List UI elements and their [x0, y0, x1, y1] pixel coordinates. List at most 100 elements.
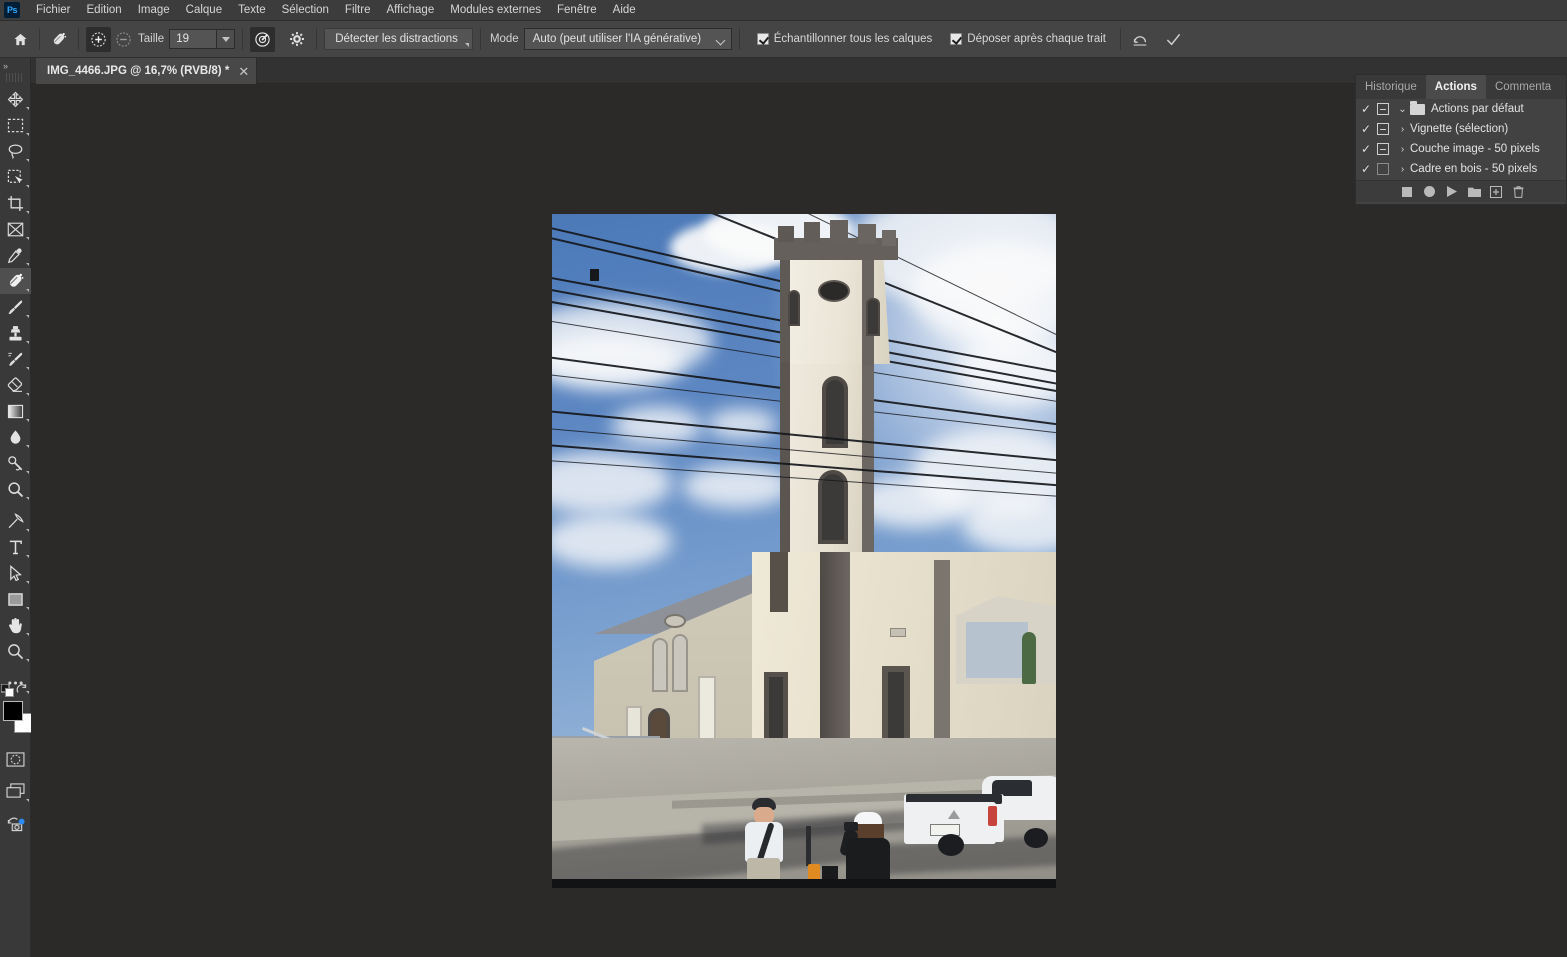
canvas-area[interactable]: [31, 84, 1567, 957]
tab-historique[interactable]: Historique: [1356, 75, 1426, 99]
tower-oculus-window: [818, 280, 850, 302]
magnifier-tool[interactable]: [0, 638, 31, 664]
church-window: [764, 672, 788, 744]
object-selection-tool[interactable]: [0, 164, 31, 190]
chevron-right-icon[interactable]: ›: [1395, 144, 1410, 155]
blur-tool[interactable]: [0, 424, 31, 450]
action-row[interactable]: ✓ › Cadre en bois - 50 pixels: [1356, 159, 1566, 179]
move-tool[interactable]: [0, 86, 31, 112]
clone-stamp-tool[interactable]: [0, 320, 31, 346]
document-tab-strip: IMG_4466.JPG @ 16,7% (RVB/8) * ✕: [31, 58, 1567, 84]
actions-panel: Historique Actions Commenta » ✓ ⌄ Action…: [1355, 74, 1567, 205]
mode-select[interactable]: Auto (peut utiliser l'IA générative): [523, 28, 732, 50]
menu-item-modules-externes[interactable]: Modules externes: [442, 1, 549, 19]
undo-icon[interactable]: [1128, 27, 1152, 51]
pen-tool[interactable]: [0, 508, 31, 534]
commit-checkmark-icon[interactable]: [1162, 27, 1186, 51]
tab-actions[interactable]: Actions: [1425, 75, 1486, 99]
foreground-color-swatch[interactable]: [3, 701, 23, 721]
document-image[interactable]: [552, 214, 1056, 888]
chevron-right-icon[interactable]: ›: [1395, 124, 1410, 135]
action-dialog-toggle-icon[interactable]: [1377, 103, 1389, 115]
action-dialog-toggle-icon[interactable]: [1377, 163, 1389, 175]
menu-item-fenetre[interactable]: Fenêtre: [549, 1, 605, 19]
action-enabled-checkmark-icon[interactable]: ✓: [1361, 162, 1377, 176]
menu-item-filtre[interactable]: Filtre: [337, 1, 379, 19]
default-colors-icon[interactable]: [0, 683, 14, 697]
sample-all-layers-checkbox[interactable]: Échantillonner tous les calques: [756, 33, 932, 45]
menu-item-aide[interactable]: Aide: [605, 1, 644, 19]
eraser-tool[interactable]: [0, 372, 31, 398]
brush-size-increase-icon[interactable]: [86, 26, 111, 52]
action-enabled-checkmark-icon[interactable]: ✓: [1361, 102, 1377, 116]
chevron-right-icon[interactable]: ›: [1395, 164, 1410, 175]
pedestrian-left: [736, 798, 796, 888]
dodge-tool[interactable]: [0, 450, 31, 476]
path-selection-tool[interactable]: [0, 560, 31, 586]
rectangle-tool[interactable]: [0, 586, 31, 612]
detect-distractions-button[interactable]: Détecter les distractions: [324, 28, 473, 50]
gear-icon[interactable]: [285, 27, 309, 51]
lasso-tool[interactable]: [0, 138, 31, 164]
drop-after-stroke-checkbox[interactable]: Déposer après chaque trait: [950, 33, 1106, 45]
create-new-set-button[interactable]: [1466, 184, 1482, 200]
delete-button[interactable]: [1511, 184, 1527, 200]
frame-tool[interactable]: [0, 216, 31, 242]
neighbor-building-shrub: [1022, 632, 1036, 684]
quick-mask-icon[interactable]: [0, 746, 31, 772]
close-icon[interactable]: ✕: [238, 65, 249, 78]
document-tab[interactable]: IMG_4466.JPG @ 16,7% (RVB/8) * ✕: [36, 58, 258, 84]
begin-recording-button[interactable]: [1421, 184, 1437, 200]
toolbar-collapse-icon[interactable]: »: [0, 58, 30, 73]
history-brush-tool[interactable]: [0, 346, 31, 372]
photoshop-window: Ps Fichier Edition Image Calque Texte Sé…: [0, 0, 1567, 957]
brush-size-input[interactable]: 19: [169, 29, 218, 49]
menu-item-affichage[interactable]: Affichage: [378, 1, 442, 19]
spot-healing-brush-tool[interactable]: [0, 268, 31, 294]
mode-label: Mode: [489, 33, 519, 45]
action-row[interactable]: ✓ › Couche image - 50 pixels: [1356, 139, 1566, 159]
menu-item-fichier[interactable]: Fichier: [28, 1, 79, 19]
zoom-tool[interactable]: [0, 476, 31, 502]
spot-healing-brush-icon[interactable]: [47, 27, 71, 51]
menu-item-image[interactable]: Image: [130, 1, 178, 19]
truck-wheel: [1024, 828, 1048, 848]
brush-tool[interactable]: [0, 294, 31, 320]
checkbox-icon: [950, 33, 963, 45]
menu-item-selection[interactable]: Sélection: [274, 1, 337, 19]
swap-colors-icon[interactable]: [16, 683, 28, 698]
eyedropper-tool[interactable]: [0, 242, 31, 268]
brush-settings-icon[interactable]: [250, 26, 276, 52]
create-new-action-button[interactable]: [1488, 184, 1504, 200]
church-small-oculus: [664, 614, 686, 628]
rectangular-marquee-tool[interactable]: [0, 112, 31, 138]
chevron-down-icon[interactable]: ⌄: [1395, 104, 1410, 115]
brush-size-chevron-down-icon[interactable]: [217, 29, 236, 49]
gradient-tool[interactable]: [0, 398, 31, 424]
action-row[interactable]: ✓ › Vignette (sélection): [1356, 119, 1566, 139]
menu-item-texte[interactable]: Texte: [230, 1, 274, 19]
brush-size-decrease-icon[interactable]: [111, 27, 136, 52]
share-icon[interactable]: [0, 810, 31, 836]
action-dialog-toggle-icon[interactable]: [1377, 123, 1389, 135]
play-selection-button[interactable]: [1444, 184, 1460, 200]
action-dialog-toggle-icon[interactable]: [1377, 143, 1389, 155]
panel-menu-icon[interactable]: »: [1560, 75, 1567, 99]
type-tool[interactable]: [0, 534, 31, 560]
actions-set-row[interactable]: ✓ ⌄ Actions par défaut: [1356, 99, 1566, 119]
home-icon[interactable]: [8, 27, 32, 51]
menu-item-edition[interactable]: Edition: [79, 1, 130, 19]
menu-item-calque[interactable]: Calque: [178, 1, 230, 19]
action-enabled-checkmark-icon[interactable]: ✓: [1361, 122, 1377, 136]
action-enabled-checkmark-icon[interactable]: ✓: [1361, 142, 1377, 156]
tab-commentaires[interactable]: Commenta: [1486, 75, 1560, 99]
screen-mode-icon[interactable]: [0, 778, 31, 804]
truck-taillight: [988, 806, 997, 826]
crop-tool[interactable]: [0, 190, 31, 216]
hand-tool[interactable]: [0, 612, 31, 638]
actions-list[interactable]: ✓ ⌄ Actions par défaut ✓ › Vignette (sél…: [1356, 99, 1566, 180]
stop-recording-button[interactable]: [1399, 184, 1415, 200]
toolbar-drag-handle[interactable]: [6, 73, 24, 82]
divider: [316, 28, 318, 50]
panel-tab-bar: Historique Actions Commenta »: [1356, 75, 1566, 99]
